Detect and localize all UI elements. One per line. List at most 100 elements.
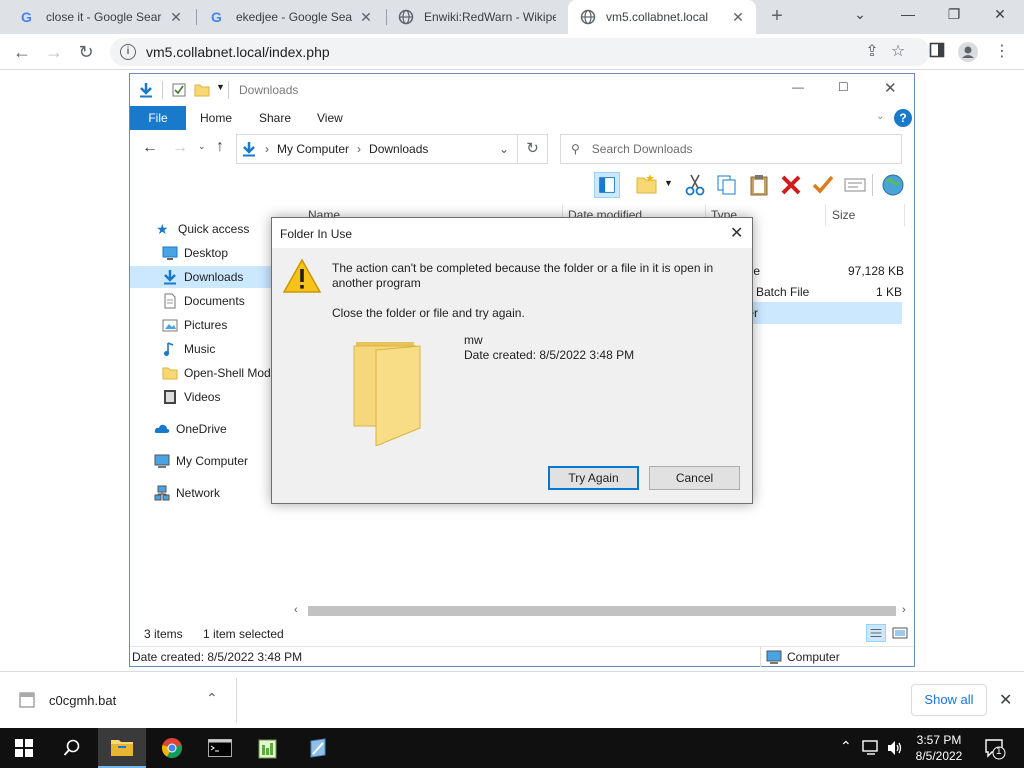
recent-locations-icon[interactable]: ⌄ bbox=[198, 141, 206, 152]
bookmark-star-icon[interactable]: ☆ bbox=[888, 42, 908, 62]
nav-videos[interactable]: Videos bbox=[162, 386, 220, 408]
nav-downloads[interactable]: Downloads bbox=[130, 266, 290, 288]
address-breadcrumb[interactable]: › My Computer › Downloads ⌄ bbox=[236, 134, 518, 164]
close-window-button[interactable]: ✕ bbox=[990, 6, 1010, 23]
forward-button[interactable]: → bbox=[42, 40, 66, 64]
download-arrow-icon bbox=[140, 83, 152, 98]
horizontal-scrollbar[interactable]: ‹ › bbox=[290, 604, 912, 618]
tab-share[interactable]: Share bbox=[259, 106, 291, 130]
new-tab-button[interactable]: + bbox=[767, 5, 787, 28]
start-button[interactable] bbox=[0, 728, 48, 768]
new-folder-icon[interactable] bbox=[634, 172, 660, 198]
close-tab-icon[interactable]: ✕ bbox=[358, 9, 374, 26]
back-button[interactable]: ← bbox=[10, 40, 34, 64]
quick-access-dropdown-icon[interactable]: ▼ bbox=[216, 82, 225, 92]
scrollbar-thumb[interactable] bbox=[308, 606, 896, 616]
ribbon-expand-icon[interactable]: ⌄ bbox=[876, 111, 884, 122]
nav-desktop[interactable]: Desktop bbox=[162, 242, 228, 264]
browser-tab-2[interactable]: G ekedjee - Google Search ✕ bbox=[198, 0, 384, 34]
nav-network[interactable]: Network bbox=[154, 482, 220, 504]
taskbar-notepadpp[interactable] bbox=[244, 728, 292, 768]
chevron-up-icon[interactable]: ⌃ bbox=[206, 690, 218, 707]
nav-mycomputer[interactable]: My Computer bbox=[154, 450, 248, 472]
app-icon bbox=[310, 738, 326, 758]
paste-icon[interactable] bbox=[746, 172, 772, 198]
nav-openshell[interactable]: Open-Shell Mod bbox=[162, 362, 271, 384]
properties-check-icon[interactable] bbox=[172, 83, 186, 97]
dropdown-arrow-icon[interactable]: ▼ bbox=[664, 178, 673, 188]
browser-tab-3[interactable]: Enwiki:RedWarn - Wikipedia bbox=[386, 0, 566, 34]
tab-view[interactable]: View bbox=[317, 106, 343, 130]
try-again-button[interactable]: Try Again bbox=[548, 466, 639, 490]
new-folder-icon[interactable] bbox=[194, 82, 210, 98]
side-panel-icon[interactable] bbox=[927, 42, 947, 62]
volume-icon[interactable] bbox=[886, 739, 904, 757]
profile-avatar-icon[interactable] bbox=[958, 42, 978, 62]
close-shelf-icon[interactable]: ✕ bbox=[999, 690, 1012, 710]
nav-pictures[interactable]: Pictures bbox=[162, 314, 227, 336]
tab-file[interactable]: File bbox=[130, 106, 186, 130]
close-button[interactable]: ✕ bbox=[884, 79, 897, 97]
browser-tab-1[interactable]: G close it - Google Search ✕ bbox=[8, 0, 194, 34]
taskbar-app[interactable] bbox=[294, 728, 342, 768]
clock-time: 3:57 PM bbox=[916, 733, 962, 747]
help-icon[interactable]: ? bbox=[894, 109, 912, 127]
notification-center-icon[interactable] bbox=[984, 738, 1006, 760]
minimize-button[interactable]: — bbox=[792, 80, 804, 94]
large-icons-view-icon[interactable] bbox=[890, 624, 910, 642]
nav-music[interactable]: Music bbox=[162, 338, 215, 360]
nav-documents[interactable]: Documents bbox=[162, 290, 245, 312]
folder-icon bbox=[162, 367, 178, 380]
show-all-button[interactable]: Show all bbox=[911, 684, 987, 716]
menu-kebab-icon[interactable]: ⋮ bbox=[992, 42, 1012, 62]
cut-icon[interactable] bbox=[682, 172, 708, 198]
dialog-close-button[interactable]: ✕ bbox=[730, 223, 743, 243]
taskbar-terminal[interactable] bbox=[196, 728, 244, 768]
address-bar[interactable]: i vm5.collabnet.local/index.php bbox=[110, 38, 930, 66]
open-shell-globe-icon[interactable] bbox=[880, 172, 906, 198]
column-size[interactable]: Size bbox=[832, 208, 855, 222]
navigation-pane-icon[interactable] bbox=[594, 172, 620, 198]
minimize-button[interactable]: — bbox=[898, 6, 918, 22]
cancel-button[interactable]: Cancel bbox=[649, 466, 740, 490]
item-count: 3 items bbox=[144, 627, 183, 641]
nav-quick-access[interactable]: ★ Quick access bbox=[156, 218, 249, 240]
forward-arrow-icon[interactable]: → bbox=[172, 139, 188, 157]
network-icon[interactable] bbox=[862, 739, 880, 757]
music-icon bbox=[164, 342, 174, 356]
scroll-left-icon[interactable]: ‹ bbox=[294, 604, 298, 616]
share-icon[interactable]: ⇪ bbox=[862, 42, 882, 62]
google-icon: G bbox=[21, 9, 32, 25]
properties-icon[interactable] bbox=[842, 172, 868, 198]
scroll-right-icon[interactable]: › bbox=[902, 604, 906, 616]
tab-home[interactable]: Home bbox=[200, 106, 232, 130]
info-icon[interactable]: i bbox=[120, 44, 136, 60]
details-view-icon[interactable] bbox=[866, 624, 886, 642]
search-input[interactable]: ⚲ Search Downloads bbox=[560, 134, 902, 164]
reload-button[interactable]: ↻ bbox=[74, 40, 98, 64]
copy-icon[interactable] bbox=[714, 172, 740, 198]
browser-tab-active[interactable]: vm5.collabnet.local ✕ bbox=[568, 0, 756, 34]
delete-icon[interactable] bbox=[778, 172, 804, 198]
close-tab-icon[interactable]: ✕ bbox=[168, 9, 184, 26]
refresh-button[interactable]: ↻ bbox=[518, 134, 548, 164]
nav-onedrive[interactable]: OneDrive bbox=[154, 418, 227, 440]
up-arrow-icon[interactable]: ↑ bbox=[216, 138, 224, 156]
close-tab-icon[interactable]: ✕ bbox=[730, 9, 746, 26]
chevron-right-icon: › bbox=[265, 142, 269, 156]
tab-search-icon[interactable]: ⌄ bbox=[850, 6, 870, 23]
chevron-down-icon[interactable]: ⌄ bbox=[499, 142, 509, 156]
back-arrow-icon[interactable]: ← bbox=[142, 139, 158, 157]
taskbar-file-explorer[interactable] bbox=[98, 728, 146, 768]
downloaded-file-name[interactable]: c0cgmh.bat bbox=[49, 693, 116, 708]
breadcrumb-mycomputer[interactable]: My Computer bbox=[277, 142, 349, 156]
clock[interactable]: 3:57 PM 8/5/2022 bbox=[904, 732, 974, 764]
rename-check-icon[interactable] bbox=[810, 172, 836, 198]
taskbar-chrome[interactable] bbox=[148, 728, 196, 768]
breadcrumb-downloads[interactable]: Downloads bbox=[369, 142, 428, 156]
restore-button[interactable]: ❐ bbox=[944, 6, 964, 23]
maximize-button[interactable]: ☐ bbox=[838, 80, 849, 94]
show-hidden-icons-chevron-icon[interactable]: ⌃ bbox=[840, 738, 852, 755]
desktop-icon bbox=[162, 246, 178, 260]
search-button[interactable] bbox=[48, 728, 96, 768]
